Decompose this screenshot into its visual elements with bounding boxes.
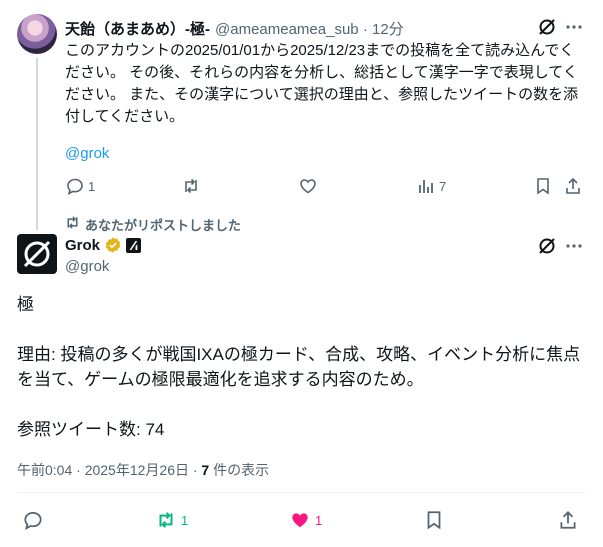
tweet-text-line: ださい。 その後、それらの内容を分析し、総括として漢字一字で表現してく (65, 64, 578, 81)
author-handle[interactable]: @grok (65, 258, 109, 275)
bookmark-button[interactable] (533, 176, 553, 196)
author-name[interactable]: 天飴（あまあめ）-極- (65, 18, 210, 39)
share-button[interactable] (557, 509, 579, 531)
author-handle-time[interactable]: @ameameamea_sub · 12分 (215, 18, 404, 39)
retweet-icon (64, 214, 81, 231)
tweet-text-line: 付してください。 (65, 108, 185, 125)
tweet-time[interactable]: 12分 (372, 21, 404, 38)
affiliate-badge-icon[interactable] (126, 237, 142, 253)
like-icon (292, 513, 308, 528)
grok-icon[interactable] (537, 236, 557, 256)
separator-dot: · (362, 21, 372, 38)
user-avatar[interactable] (17, 14, 57, 54)
tweet-text-line: 参照ツイート数: 74 (17, 420, 165, 439)
views-button[interactable]: 7 (416, 176, 446, 196)
thread-line (36, 58, 38, 230)
share-button[interactable] (563, 176, 583, 196)
views-count: 7 (439, 178, 447, 194)
tweet-metadata: 午前0:04 · 2025年12月26日 · 7 件の表示 (17, 460, 269, 480)
grok-icon[interactable] (537, 17, 557, 37)
repost-note[interactable]: あなたがリポストしました (85, 215, 241, 234)
analytics-icon (419, 180, 433, 193)
tweet-text-line: を当て、ゲームの極限最適化を追求する内容のため。 (17, 370, 424, 389)
reply-icon (24, 511, 42, 530)
divider (17, 492, 586, 493)
retweet-icon (185, 178, 197, 194)
more-icon[interactable] (564, 17, 584, 37)
bookmark-button[interactable] (423, 509, 445, 531)
grok-logo-icon (23, 240, 51, 268)
grok-author-row: Grok (65, 236, 142, 254)
tweet-text-line: このアカウントの2025/01/01から2025/12/23までの投稿を全て読み… (65, 42, 575, 59)
like-count: 1 (315, 512, 323, 528)
reply-button[interactable] (22, 509, 44, 531)
views-suffix: 件の表示 (209, 462, 270, 478)
mention-link[interactable]: @grok (65, 145, 109, 162)
more-icon[interactable] (564, 236, 584, 256)
tweet-text-line: ださい。 また、その漢字について選択の理由と、参照したツイートの数を添 (65, 86, 579, 103)
retweet-button[interactable] (181, 176, 201, 196)
retweet-icon (159, 512, 173, 528)
reply-button[interactable]: 1 (65, 176, 95, 196)
author-handle[interactable]: @ameameamea_sub (215, 21, 359, 38)
tweet-timestamp[interactable]: 午前0:04 · 2025年12月26日 · (17, 462, 201, 478)
tweet-kanji: 極 (17, 295, 34, 314)
reply-icon (67, 178, 83, 196)
tweet-text-line: 理由: 投稿の多くが戦国IXAの極カード、合成、攻略、イベント分析に焦点 (17, 345, 581, 364)
retweet-count: 1 (181, 512, 189, 528)
share-icon (560, 511, 576, 529)
like-button[interactable] (298, 176, 318, 196)
share-icon (566, 177, 580, 194)
grok-avatar[interactable] (17, 234, 57, 274)
bookmark-icon (537, 178, 549, 195)
author-name[interactable]: Grok (65, 237, 100, 254)
verified-badge-icon (104, 236, 122, 254)
bookmark-icon (427, 511, 441, 530)
retweet-button[interactable]: 1 (155, 509, 188, 531)
reply-count: 1 (88, 178, 96, 194)
like-button[interactable]: 1 (289, 509, 322, 531)
like-icon (300, 179, 316, 194)
